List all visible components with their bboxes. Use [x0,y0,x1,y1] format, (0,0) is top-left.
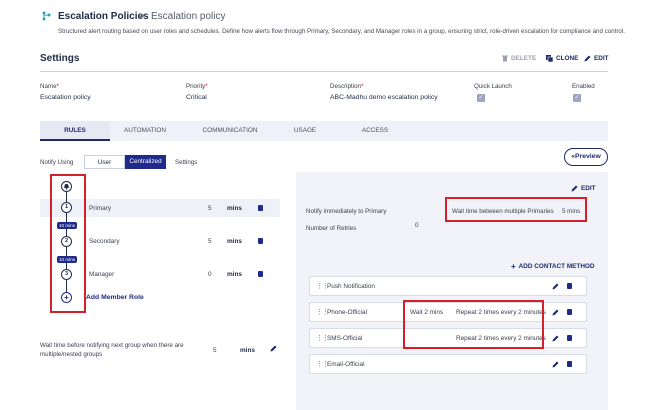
enabled-label: Enabled [572,83,595,90]
role-unit-manager: mins [227,271,242,278]
description-value: ABC-Madhu demo escalation policy [330,94,438,101]
contact-method-name: SMS-Official [327,335,363,342]
role-unit-secondary: mins [227,238,242,245]
plus-icon: + [511,262,516,271]
description-label: Description* [330,83,363,90]
copy-icon [546,55,553,62]
priority-label-text: Priority [186,83,206,90]
preview-button[interactable]: «Preview [564,148,608,166]
page-title[interactable]: Escalation Policies [58,11,149,22]
preview-label: Preview [575,153,601,160]
quick-launch-label: Quick Launch [474,83,512,90]
add-contact-method-button[interactable]: + ADD CONTACT METHOD [511,262,595,271]
trash-icon [502,55,508,62]
notify-using-label: Notify Using [40,159,74,166]
edit-wait-time-icon[interactable] [270,345,277,354]
notify-settings-button[interactable]: Settings [175,159,197,166]
clone-label: CLONE [556,55,579,62]
edit-method-icon[interactable] [552,335,559,344]
edit-button[interactable]: EDIT [584,55,609,62]
delete-role-icon[interactable] [258,238,263,244]
tab-rules[interactable]: RULES [40,121,110,141]
delete-method-icon[interactable] [567,283,572,289]
required-mark: * [360,83,364,90]
description-label-text: Description [330,83,361,90]
edit-method-icon[interactable] [552,309,559,318]
tab-communication[interactable]: COMMUNICATION [180,121,280,141]
priority-label: Priority* [186,83,208,90]
contact-method-name: Phone-Official [327,309,368,316]
add-contact-label: ADD CONTACT METHOD [518,263,595,270]
retries-value: 0 [415,222,419,229]
edit-method-icon[interactable] [552,361,559,370]
pencil-icon [584,55,591,62]
enabled-checkbox[interactable]: ✓ [573,94,581,102]
tab-bar: RULES AUTOMATION COMMUNICATION USAGE ACC… [40,121,608,141]
panel-edit-label: EDIT [581,185,596,192]
tab-usage[interactable]: USAGE [280,121,330,141]
breadcrumb-separator: > [139,11,145,22]
wait-time-label: Wait time before notifying next group wh… [40,342,184,358]
method-timing-highlight-box [403,300,544,349]
quick-launch-checkbox[interactable]: ✓ [477,94,485,102]
delete-method-icon[interactable] [567,309,572,315]
add-member-role-link[interactable]: Add Member Role [86,294,144,301]
name-value: Escalation policy [40,94,91,101]
settings-title: Settings [40,53,80,64]
pencil-icon [571,185,578,192]
delete-label: DELETE [511,55,537,62]
contact-method-name: Email-Official [327,361,365,368]
role-value-primary[interactable]: 5 [208,205,212,212]
role-unit-primary: mins [227,205,242,212]
role-value-secondary[interactable]: 5 [208,238,212,245]
clone-button[interactable]: CLONE [546,55,578,62]
role-name-primary: Primary [89,205,112,212]
role-value-manager[interactable]: 0 [208,271,212,278]
delete-button[interactable]: DELETE [502,55,536,62]
chain-highlight-box [50,174,86,313]
page-description: Structured alert routing based on user r… [58,28,625,35]
role-name-manager: Manager [89,271,115,278]
edit-label: EDIT [594,55,609,62]
delete-method-icon[interactable] [567,361,572,367]
tab-automation[interactable]: AUTOMATION [110,121,180,141]
retries-label: Number of Retries [306,225,357,232]
panel-edit-button[interactable]: EDIT [571,185,596,192]
notify-centralized-button[interactable]: Centralized [125,155,166,169]
notify-immediately-text: Notify immediately to Primary [306,208,387,215]
tab-access[interactable]: ACCESS [330,121,420,141]
delete-method-icon[interactable] [567,335,572,341]
name-label-text: Name [40,83,57,90]
wait-time-value[interactable]: 5 [213,347,217,354]
name-label: Name* [40,83,59,90]
priority-value: Critical [186,94,207,101]
notify-user-button[interactable]: User [84,155,125,169]
escalation-branch-icon [42,11,51,21]
contact-method-name: Push Notification [327,283,375,290]
breadcrumb-current: Escalation policy [151,11,226,22]
edit-method-icon[interactable] [552,283,559,292]
required-mark: * [56,83,59,90]
settings-divider [40,71,608,72]
wait-between-highlight-box [445,197,587,222]
wait-time-unit: mins [240,347,255,354]
required-mark: * [205,83,208,90]
delete-role-icon[interactable] [258,271,263,277]
role-name-secondary: Secondary [89,238,120,245]
delete-role-icon[interactable] [258,205,263,211]
